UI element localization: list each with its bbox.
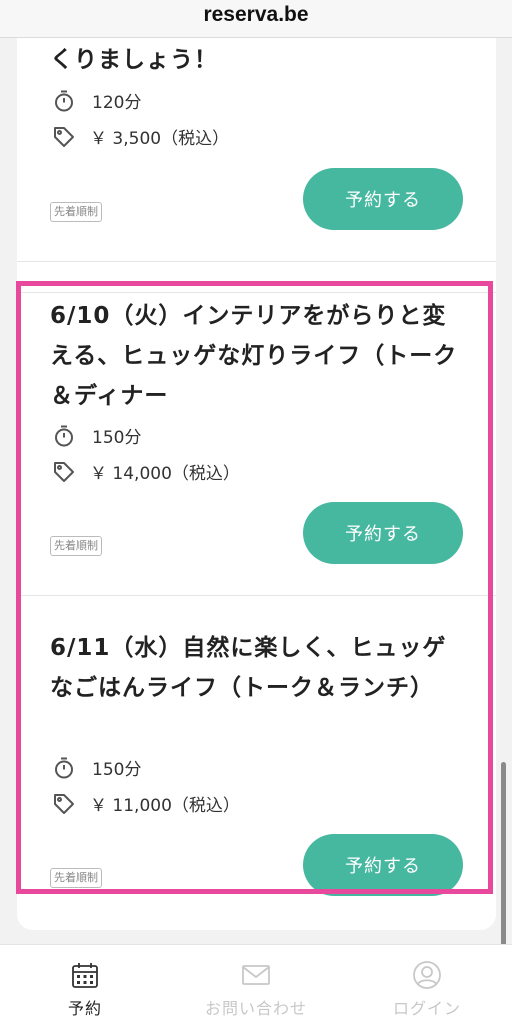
reserve-button[interactable]: 予約する	[303, 834, 463, 896]
price-tag-icon	[52, 792, 76, 816]
duration-text: 120分	[92, 93, 142, 113]
event-title: 6/11（水）自然に楽しく、ヒュッゲなごはんライフ（トーク＆ランチ）	[50, 635, 447, 701]
event-title: くりましょう！	[50, 47, 218, 73]
reserve-button[interactable]: 予約する	[303, 502, 463, 564]
nav-item-reserve[interactable]: 予約	[0, 945, 170, 1024]
price-row: ￥ 14,000（税込）	[52, 459, 240, 484]
duration-row: 150分	[52, 423, 141, 448]
duration-row: 150分	[52, 755, 141, 780]
reserve-button[interactable]: 予約する	[303, 168, 463, 230]
nav-label: お問い合わせ	[204, 999, 307, 1018]
nav-label: 予約	[67, 999, 102, 1018]
duration-text: 150分	[92, 428, 142, 448]
calendar-icon	[69, 959, 101, 991]
nav-item-contact[interactable]: お問い合わせ	[171, 945, 341, 1024]
url-bar[interactable]: reserva.be	[0, 0, 512, 38]
user-icon	[411, 959, 443, 991]
event-card: くりましょう！ 120分 ￥ 3,500（税込） 先着順制 予約する	[17, 38, 496, 262]
duration-text: 150分	[92, 760, 142, 780]
event-card: 6/11（水）自然に楽しく、ヒュッゲなごはんライフ（トーク＆ランチ） 150分 …	[17, 596, 496, 930]
price-tag-icon	[52, 125, 76, 149]
event-list: くりましょう！ 120分 ￥ 3,500（税込） 先着順制 予約する 6/10（…	[17, 38, 496, 930]
price-row: ￥ 3,500（税込）	[52, 124, 229, 149]
price-row: ￥ 11,000（税込）	[52, 791, 240, 816]
price-text: ￥ 3,500（税込）	[90, 129, 230, 149]
mail-icon	[240, 959, 272, 991]
price-tag-icon	[52, 460, 76, 484]
price-text: ￥ 14,000（税込）	[90, 464, 240, 484]
nav-label: ログイン	[392, 999, 461, 1018]
stopwatch-icon	[52, 756, 76, 780]
first-come-badge: 先着順制	[50, 536, 102, 556]
nav-item-login[interactable]: ログイン	[342, 945, 512, 1024]
stopwatch-icon	[52, 89, 76, 113]
event-card: 6/10（火）インテリアをがらりと変える、ヒュッゲな灯りライフ（トーク＆ディナー…	[17, 292, 496, 596]
first-come-badge: 先着順制	[50, 868, 102, 888]
card-gap	[17, 262, 496, 292]
event-title: 6/10（火）インテリアをがらりと変える、ヒュッゲな灯りライフ（トーク＆ディナー	[50, 303, 458, 409]
price-text: ￥ 11,000（税込）	[90, 796, 240, 816]
bottom-nav: 予約 お問い合わせ ログイン	[0, 944, 512, 1024]
stopwatch-icon	[52, 424, 76, 448]
duration-row: 120分	[52, 88, 141, 113]
first-come-badge: 先着順制	[50, 202, 102, 222]
url-text: reserva.be	[203, 2, 309, 26]
